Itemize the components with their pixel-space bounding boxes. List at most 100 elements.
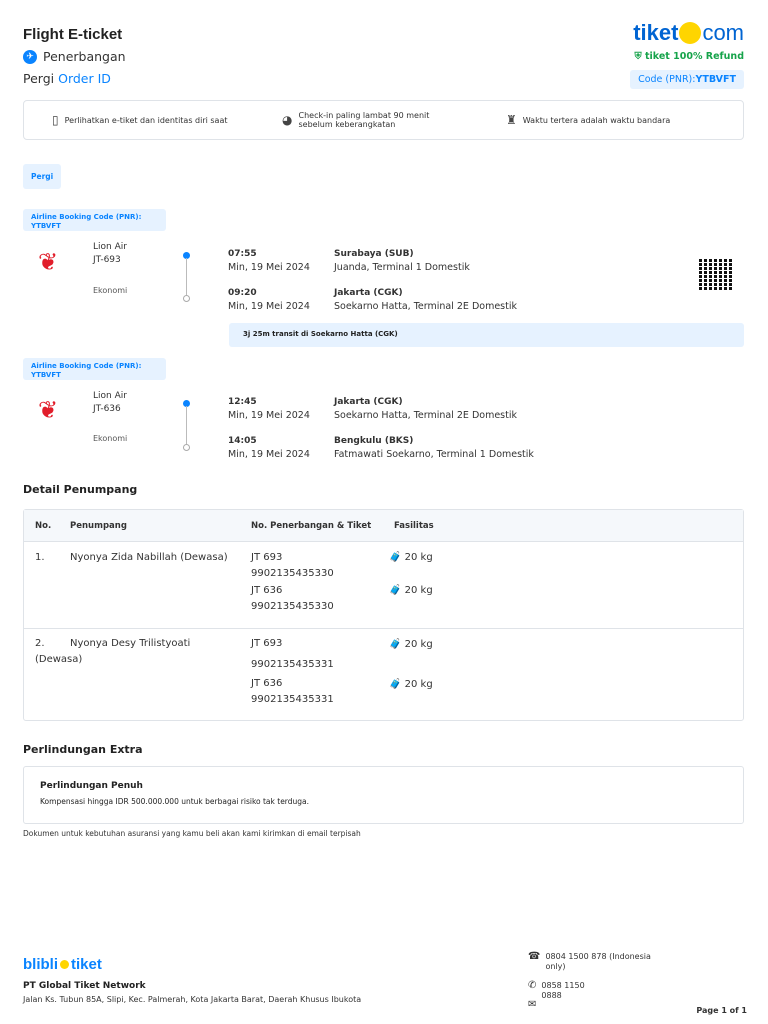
whatsapp-contact: ✆ 0858 1150 0888	[528, 981, 598, 1001]
email-icon: ✉	[528, 999, 537, 1010]
baggage-icon: 🧳	[389, 639, 402, 650]
baggage: 🧳 20 kg	[389, 550, 433, 566]
col-flight-ticket: No. Penerbangan & Tiket	[251, 521, 372, 531]
dep-date: Min, 19 Mei 2024	[228, 410, 310, 421]
baggage-icon: 🧳	[389, 585, 402, 596]
arr-city: Bengkulu (BKS)	[334, 436, 414, 446]
email-contact: ✉	[528, 1000, 536, 1010]
blibli-tiket-logo: blibli tiket	[23, 956, 102, 973]
info-text: Perlihatkan e-tiket dan identitas diri s…	[64, 115, 228, 125]
dep-airport: Juanda, Terminal 1 Domestik	[334, 262, 470, 273]
protection-card: Perlindungan Penuh Kompensasi hingga IDR…	[23, 766, 744, 824]
phone-number[interactable]: 0804 1500 878 (Indonesia only)	[545, 952, 658, 972]
dep-airport: Soekarno Hatta, Terminal 2E Domestik	[334, 410, 517, 421]
pnr-label: Code (PNR):	[638, 74, 696, 85]
qr-code	[697, 256, 735, 292]
lion-air-logo-icon: ❦	[38, 396, 59, 424]
baggage-allowance: 20 kg	[404, 552, 433, 563]
page-number: Page 1 of 1	[696, 1006, 747, 1015]
ticket-no: 9902135435330	[251, 568, 334, 579]
flight-no: JT 693	[251, 552, 283, 563]
arr-city: Jakarta (CGK)	[334, 288, 403, 298]
company-name: PT Global Tiket Network	[23, 981, 146, 991]
cabin-class: Ekonomi	[93, 434, 128, 443]
flight-no: JT 636	[251, 585, 283, 596]
baggage: 🧳 20 kg	[389, 583, 433, 599]
protection-desc: Kompensasi hingga IDR 500.000.000 untuk …	[40, 797, 310, 806]
row-divider	[24, 628, 743, 629]
cabin-class: Ekonomi	[93, 286, 128, 295]
arr-airport: Fatmawati Soekarno, Terminal 1 Domestik	[334, 449, 534, 460]
pnr-badge: Code (PNR):YTBVFT	[630, 70, 744, 89]
table-header: No. Penumpang No. Penerbangan & Tiket Fa…	[24, 510, 743, 542]
baggage-icon: 🧳	[389, 679, 402, 690]
phone-contact: ☎ 0804 1500 878 (Indonesia only)	[528, 952, 658, 972]
protection-section-title: Perlindungan Extra	[23, 743, 143, 756]
id-card-icon: ▯	[52, 113, 59, 127]
logo-text: com	[702, 20, 744, 45]
arr-airport: Soekarno Hatta, Terminal 2E Domestik	[334, 301, 517, 312]
protection-name: Perlindungan Penuh	[40, 781, 143, 791]
baggage-allowance: 20 kg	[404, 679, 433, 690]
arrival-dot	[183, 444, 190, 451]
page-title: Flight E-ticket	[23, 26, 123, 43]
arrival-dot	[183, 295, 190, 302]
ticket-no: 9902135435330	[251, 601, 334, 612]
transit-info: 3j 25m transit di Soekarno Hatta (CGK)	[229, 323, 744, 347]
airline-name: Lion Air JT-693	[93, 242, 127, 265]
airport-tower-icon: ♜	[506, 113, 517, 127]
refund-label: tiket 100% Refund	[644, 51, 744, 62]
dep-city: Surabaya (SUB)	[334, 249, 414, 259]
passenger-name: Nyonya Desy Trilistyoati (Dewasa)	[35, 638, 191, 665]
baggage: 🧳 20 kg	[389, 677, 433, 693]
arr-date: Min, 19 Mei 2024	[228, 301, 310, 312]
ticket-no: 9902135435331	[251, 659, 334, 670]
ticket-no: 9902135435331	[251, 694, 334, 705]
dep-date: Min, 19 Mei 2024	[228, 262, 310, 273]
dep-time: 12:45	[228, 397, 257, 407]
baggage-allowance: 20 kg	[404, 639, 433, 650]
insurance-note: Dokumen untuk kebutuhan asuransi yang ka…	[23, 829, 361, 838]
logo-text: tiket	[71, 956, 102, 973]
info-bar: ▯ Perlihatkan e-tiket dan identitas diri …	[23, 100, 744, 140]
flight-no: JT 636	[251, 678, 283, 689]
flight-no: JT 693	[251, 638, 283, 649]
logo-text: blibli	[23, 956, 58, 973]
whatsapp-number[interactable]: 0858 1150 0888	[541, 981, 598, 1001]
tiket-logo: tiket com	[633, 20, 744, 46]
pnr-value: YTBVFT	[695, 74, 736, 85]
order-id-link[interactable]: Order ID	[58, 71, 111, 86]
timeline	[186, 258, 187, 295]
airline-pnr: Airline Booking Code (PNR): YTBVFT	[23, 209, 166, 231]
airline-pnr: Airline Booking Code (PNR): YTBVFT	[23, 358, 166, 380]
baggage: 🧳 20 kg	[389, 637, 433, 653]
whatsapp-icon: ✆	[528, 980, 537, 991]
phone-icon: ☎	[528, 951, 541, 962]
passenger-section-title: Detail Penumpang	[23, 483, 138, 496]
plane-icon: ✈	[23, 49, 37, 64]
airline-name: Lion Air JT-636	[93, 391, 127, 414]
dep-time: 07:55	[228, 249, 257, 259]
arr-time: 09:20	[228, 288, 257, 298]
category: ✈ Penerbangan	[23, 49, 126, 64]
timeline	[186, 406, 187, 444]
baggage-allowance: 20 kg	[404, 585, 433, 596]
direction: Pergi	[23, 71, 55, 86]
passenger-table: No. Penumpang No. Penerbangan & Tiket Fa…	[23, 509, 744, 721]
col-passenger: Penumpang	[70, 521, 127, 531]
tab-pergi[interactable]: Pergi	[23, 164, 62, 189]
col-no: No.	[35, 521, 52, 531]
row-no: 1.	[35, 552, 45, 563]
info-text: Waktu tertera adalah waktu bandara	[522, 115, 671, 125]
category-label: Penerbangan	[43, 49, 126, 64]
logo-text: tiket	[633, 20, 679, 45]
arr-date: Min, 19 Mei 2024	[228, 449, 310, 460]
refund-badge: ⛨ tiket 100% Refund	[634, 51, 744, 62]
lion-air-logo-icon: ❦	[38, 248, 59, 276]
baggage-icon: 🧳	[389, 552, 402, 563]
dep-city: Jakarta (CGK)	[334, 397, 403, 407]
order-line: Pergi Order ID	[23, 71, 111, 86]
info-text: Check-in paling lambat 90 menit sebelum …	[298, 111, 430, 129]
arr-time: 14:05	[228, 436, 257, 446]
company-address: Jalan Ks. Tubun 85A, Slipi, Kec. Palmera…	[23, 995, 362, 1004]
